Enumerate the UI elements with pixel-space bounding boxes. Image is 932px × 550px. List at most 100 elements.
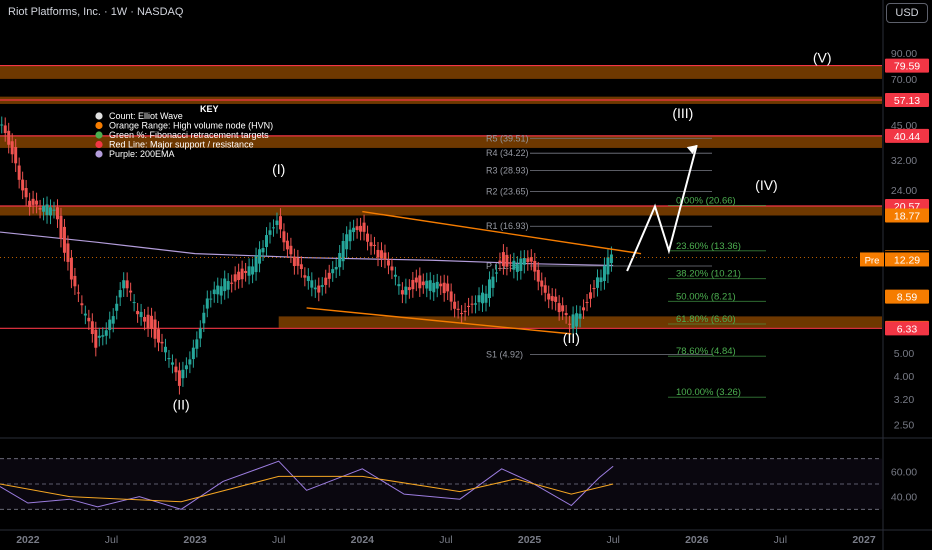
candle-body bbox=[578, 313, 582, 319]
candle-body bbox=[317, 285, 321, 293]
candle-body bbox=[557, 303, 561, 313]
candle-body bbox=[331, 269, 335, 274]
candle-body bbox=[467, 305, 471, 307]
candle-body bbox=[421, 281, 425, 286]
candle-body bbox=[306, 276, 310, 282]
candle-body bbox=[289, 245, 293, 255]
candle-body bbox=[491, 276, 495, 288]
candle-body bbox=[327, 272, 331, 279]
x-tick-label: 2024 bbox=[351, 534, 375, 546]
candle-body bbox=[14, 147, 18, 164]
candle-body bbox=[7, 130, 11, 145]
candle-body bbox=[456, 308, 460, 310]
pre-market-tag: Pre bbox=[865, 255, 880, 266]
candle-body bbox=[595, 277, 599, 288]
candle-body bbox=[278, 216, 282, 230]
candle-body bbox=[498, 260, 502, 263]
price-chart[interactable]: R5 (39.51) R4 (34.22) R3 (28.93) R2 (23.65)… bbox=[0, 0, 932, 550]
candle-body bbox=[104, 330, 108, 336]
hvn-zone bbox=[0, 65, 882, 79]
candle-body bbox=[21, 179, 25, 191]
candle-body bbox=[442, 282, 446, 294]
candle-body bbox=[52, 209, 56, 211]
candle-body bbox=[10, 141, 14, 155]
candle-body bbox=[177, 370, 181, 386]
candle-body bbox=[522, 258, 526, 265]
candle-body bbox=[519, 258, 523, 271]
candle-body bbox=[261, 248, 265, 253]
candle-body bbox=[310, 280, 314, 288]
candle-body bbox=[240, 268, 244, 280]
candle-body bbox=[31, 198, 35, 205]
channel-line bbox=[362, 210, 642, 255]
candle-body bbox=[83, 313, 87, 316]
y-tick-label: 90.00 bbox=[891, 48, 917, 60]
candle-body bbox=[237, 271, 241, 281]
candle-body bbox=[132, 302, 136, 304]
candle-body bbox=[324, 277, 328, 285]
candle-body bbox=[122, 280, 126, 289]
y-tick-label: 32.00 bbox=[891, 155, 917, 167]
rsi-tick-label: 60.00 bbox=[891, 466, 917, 478]
candle-body bbox=[17, 165, 21, 180]
candle-body bbox=[76, 292, 80, 294]
candle-body bbox=[508, 262, 512, 264]
x-tick-label: 2025 bbox=[518, 534, 542, 546]
candle-body bbox=[568, 323, 572, 325]
candle-body bbox=[484, 293, 488, 303]
candle-body bbox=[501, 252, 505, 267]
wave-label: (V) bbox=[813, 49, 832, 65]
candle-body bbox=[202, 312, 206, 324]
candle-body bbox=[198, 328, 202, 339]
fib-label: 0.00% (20.66) bbox=[676, 196, 736, 207]
wave-label: (II) bbox=[173, 396, 190, 412]
candle-body bbox=[150, 315, 154, 329]
candle-body bbox=[526, 258, 530, 263]
price-badge-label: 40.44 bbox=[894, 131, 920, 143]
candle-body bbox=[129, 290, 133, 293]
candle-body bbox=[97, 335, 101, 338]
price-badge-label: 57.13 bbox=[894, 95, 920, 107]
rsi-band-fill bbox=[0, 458, 882, 510]
candle-body bbox=[460, 313, 464, 315]
y-tick-label: 4.00 bbox=[894, 371, 915, 383]
legend-title: KEY bbox=[200, 104, 219, 114]
candle-body bbox=[271, 227, 275, 229]
y-tick-label: 24.00 bbox=[891, 185, 917, 197]
x-tick-label: Jul bbox=[105, 534, 118, 546]
candle-body bbox=[118, 290, 122, 298]
candle-body bbox=[561, 305, 565, 312]
candle-body bbox=[139, 311, 143, 318]
candle-body bbox=[188, 359, 192, 365]
candle-body bbox=[209, 298, 213, 300]
candle-body bbox=[435, 281, 439, 289]
candle-body bbox=[369, 242, 373, 247]
candle-body bbox=[230, 282, 234, 284]
wave-label: (II) bbox=[563, 330, 580, 346]
candle-body bbox=[386, 260, 390, 266]
candle-body bbox=[45, 204, 49, 216]
candle-body bbox=[299, 264, 303, 270]
candle-body bbox=[59, 215, 63, 239]
legend-dot bbox=[95, 140, 103, 149]
candle-body bbox=[481, 292, 485, 304]
candle-body bbox=[282, 231, 286, 243]
candle-body bbox=[425, 280, 429, 289]
candle-body bbox=[463, 310, 467, 312]
candle-body bbox=[414, 277, 418, 283]
x-tick-label: Jul bbox=[774, 534, 787, 546]
candle-body bbox=[170, 362, 174, 365]
candle-body bbox=[334, 266, 338, 270]
candle-body bbox=[216, 285, 220, 295]
candle-body bbox=[366, 233, 370, 242]
candle-body bbox=[606, 257, 610, 275]
hvn-zone bbox=[0, 206, 882, 216]
candle-body bbox=[146, 314, 150, 329]
candle-body bbox=[38, 207, 42, 210]
currency-button[interactable]: USD bbox=[886, 3, 928, 23]
candle-body bbox=[390, 266, 394, 271]
price-badge-label: 8.59 bbox=[897, 292, 918, 304]
candle-body bbox=[268, 230, 272, 235]
candle-body bbox=[191, 347, 195, 360]
candle-body bbox=[143, 316, 147, 322]
